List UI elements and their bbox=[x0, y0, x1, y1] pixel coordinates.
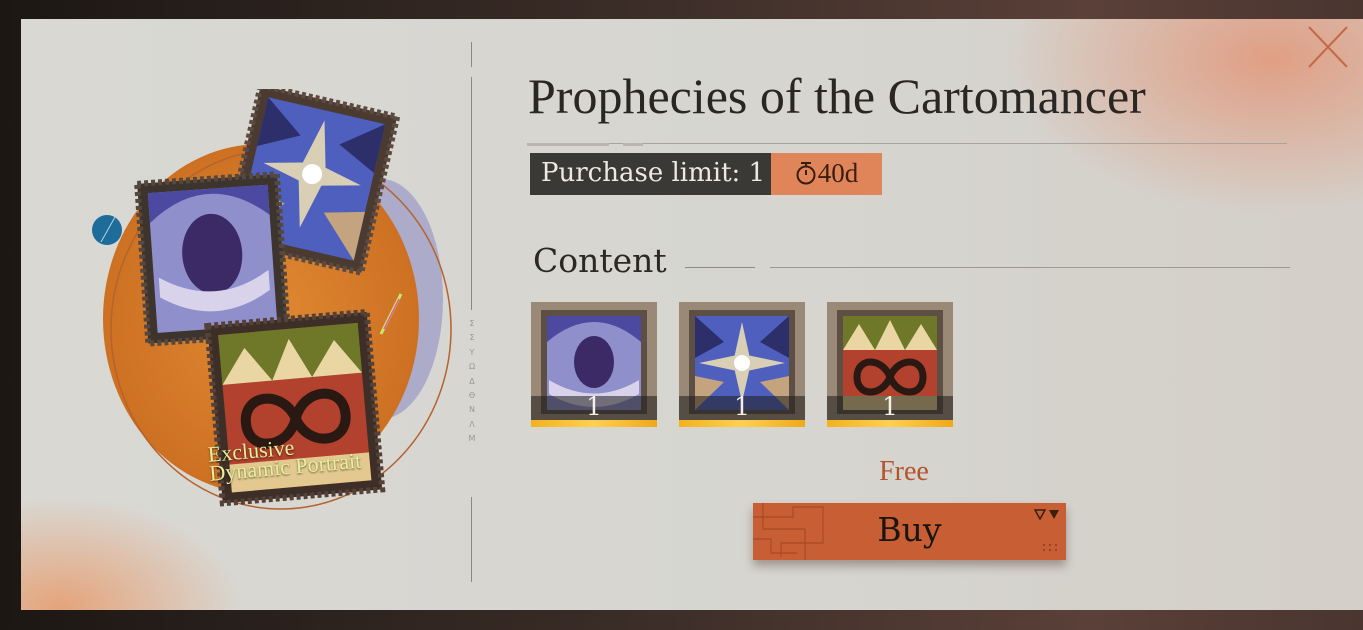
shop-item-dialog: Exclusive Dynamic Portrait ΣΣΥΩΔΘΝΛΜ Pro… bbox=[21, 19, 1363, 610]
item-title: Prophecies of the Cartomancer bbox=[528, 68, 1146, 124]
time-remaining-tag: 40d bbox=[771, 153, 882, 195]
close-icon bbox=[1308, 26, 1348, 68]
content-item-star-card[interactable]: 1 bbox=[679, 302, 805, 427]
vertical-divider-lower bbox=[471, 497, 472, 582]
content-heading: Content bbox=[533, 241, 667, 280]
stopwatch-icon bbox=[796, 162, 816, 185]
side-caption-glyph: Σ bbox=[469, 333, 475, 343]
rarity-bar bbox=[827, 420, 953, 427]
content-divider bbox=[685, 267, 755, 268]
buy-button[interactable]: Buy bbox=[753, 503, 1066, 560]
side-caption: ΣΣΥΩΔΘΝΛΜ bbox=[466, 317, 478, 447]
timer-value: 40d bbox=[817, 158, 859, 188]
vertical-divider-upper bbox=[471, 77, 472, 310]
side-caption-glyph: Δ bbox=[469, 376, 475, 386]
content-divider bbox=[770, 267, 1290, 268]
rarity-bar bbox=[679, 420, 805, 427]
item-quantity: 1 bbox=[734, 392, 750, 421]
buy-button-label: Buy bbox=[877, 510, 942, 549]
rarity-bar bbox=[531, 420, 657, 427]
price-label: Free bbox=[879, 456, 929, 487]
vertical-divider-top bbox=[471, 42, 472, 67]
side-caption-glyph: Ω bbox=[468, 362, 476, 372]
item-quantity: 1 bbox=[586, 392, 602, 421]
side-caption-glyph: Θ bbox=[468, 391, 476, 401]
side-caption-glyph: Σ bbox=[469, 319, 475, 328]
item-quantity: 1 bbox=[882, 392, 898, 421]
side-caption-glyph: Υ bbox=[469, 347, 475, 357]
blue-dot bbox=[92, 215, 122, 245]
side-caption-glyph: Μ bbox=[468, 434, 476, 444]
purchase-limit-tag: Purchase limit: 1 bbox=[530, 153, 777, 195]
side-caption-glyph: Λ bbox=[469, 419, 475, 429]
title-underline-accent bbox=[623, 143, 643, 146]
close-button[interactable] bbox=[1305, 23, 1351, 69]
side-caption-glyph: Ν bbox=[469, 405, 475, 415]
content-item-moon-card[interactable]: 1 bbox=[531, 302, 657, 427]
content-item-infinity-card[interactable]: 1 bbox=[827, 302, 953, 427]
title-underline-accent bbox=[527, 143, 609, 146]
